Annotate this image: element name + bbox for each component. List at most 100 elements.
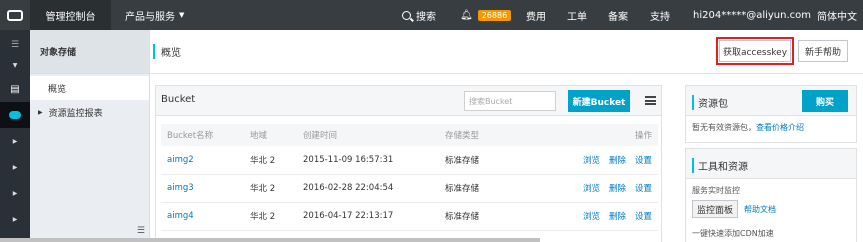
oss-sidebar: 对象存储 概览 ▶ 资源监控报表 ☰ <box>30 30 150 242</box>
table-row: aimg4 华北 2 2016-04-17 22:13:17 标准存储 浏览 删除… <box>161 202 658 231</box>
bucket-type: 标准存储 <box>439 174 507 203</box>
sidebar-item-label: 资源监控报表 <box>48 108 103 119</box>
resource-panel-body: 暂无有效资源包，查看价格介绍 <box>686 116 856 139</box>
sidebar-item-4[interactable]: ▶ <box>0 206 30 232</box>
expand-toggle[interactable]: ▼ <box>0 52 30 78</box>
tools-panel: 工具和资源 服务实时监控 监控面板 帮助文档 一键快速添加CDN加速 <box>685 148 857 242</box>
language-menu[interactable]: 简体中文 <box>817 0 857 30</box>
price-info-link[interactable]: 查看价格介绍 <box>756 123 804 132</box>
resource-package-panel: 资源包 购买 暂无有效资源包，查看价格介绍 <box>685 85 857 143</box>
bell-icon: 🔔︎ <box>460 9 473 21</box>
sidebar-item-2[interactable]: ▶ <box>0 154 30 180</box>
tools-panel-title: 工具和资源 <box>692 158 748 173</box>
bucket-panel-header: Bucket 搜索Bucket 新建Bucket <box>156 86 661 116</box>
column-header: 创建时间 <box>297 124 439 146</box>
support-link[interactable]: 支持 <box>650 0 670 30</box>
table-row: aimg3 华北 2 2016-02-28 22:04:54 标准存储 浏览 删除… <box>161 174 658 203</box>
browse-link[interactable]: 浏览 <box>583 184 600 194</box>
delete-link[interactable]: 删除 <box>609 184 626 194</box>
horizontal-scrollbar[interactable] <box>0 238 540 242</box>
bucket-region: 华北 2 <box>244 202 297 231</box>
bucket-search-input[interactable]: 搜索Bucket <box>464 91 556 111</box>
main-content: 概览 获取accesskey 新手帮助 Bucket 搜索Bucket 新建Bu… <box>150 30 863 242</box>
chevron-right-icon: ▶ <box>12 163 18 171</box>
aliyun-logo[interactable] <box>0 0 30 30</box>
search-icon <box>402 10 411 20</box>
table-row: aimg2 华北 2 2015-11-09 16:57:31 标准存储 浏览 删除… <box>161 146 658 175</box>
bucket-name-link[interactable]: aimg4 <box>161 202 244 231</box>
notification-badge: 26886 <box>477 9 512 21</box>
products-label: 产品与服务 <box>125 11 175 23</box>
resource-panel-header: 资源包 购买 <box>686 86 856 116</box>
tools-panel-header: 工具和资源 <box>686 149 856 179</box>
list-icon: ▤ <box>10 83 20 95</box>
logo-icon <box>7 9 23 21</box>
bucket-ops: 浏览 删除 设置 <box>506 174 658 203</box>
list-view-icon[interactable] <box>645 96 656 105</box>
user-account-menu[interactable]: hi204*****@aliyun.com <box>693 0 811 30</box>
column-header: Bucket名称 <box>161 124 244 146</box>
chevron-right-icon: ▶ <box>12 189 18 197</box>
no-package-text: 暂无有效资源包， <box>692 123 756 132</box>
notifications-button[interactable]: 🔔︎ 26886 <box>460 0 512 30</box>
collapse-sidebar-icon[interactable]: ☰ <box>137 226 145 236</box>
column-header: 存储类型 <box>439 124 507 146</box>
resource-panel-title: 资源包 <box>692 95 728 110</box>
record-link[interactable]: 备案 <box>608 0 628 30</box>
console-link[interactable]: 管理控制台 <box>30 0 111 30</box>
help-button[interactable]: 新手帮助 <box>798 40 848 62</box>
products-menu[interactable]: 产品与服务 ▼ <box>125 0 184 30</box>
monitor-label: 服务实时监控 <box>692 186 740 195</box>
bucket-table: Bucket名称 地域 创建时间 存储类型 操作 aimg2 华北 2 2015… <box>161 124 658 231</box>
bucket-created: 2016-04-17 22:13:17 <box>297 202 439 231</box>
monitor-dashboard-button[interactable]: 监控面板 <box>692 200 738 218</box>
sidebar-item-1[interactable]: ▶ <box>0 128 30 154</box>
sidebar-item-overview[interactable]: 概览 <box>30 76 149 100</box>
tools-panel-body: 服务实时监控 监控面板 帮助文档 一键快速添加CDN加速 <box>686 179 856 242</box>
sidebar-item-oss[interactable] <box>0 102 30 128</box>
help-doc-link[interactable]: 帮助文档 <box>744 204 776 215</box>
menu-icon: ☰ <box>10 40 20 50</box>
caret-down-icon: ▼ <box>179 11 185 19</box>
bucket-created: 2016-02-28 22:04:54 <box>297 174 439 203</box>
delete-link[interactable]: 删除 <box>609 212 626 222</box>
bucket-type: 标准存储 <box>439 202 507 231</box>
search-button[interactable]: 搜索 <box>402 0 436 30</box>
chevron-down-icon: ▼ <box>12 61 18 69</box>
settings-link[interactable]: 设置 <box>635 156 652 166</box>
chevron-right-icon: ▶ <box>12 215 18 223</box>
top-navbar: 管理控制台 产品与服务 ▼ 搜索 🔔︎ 26886 费用 工单 备案 支持 hi2… <box>0 0 863 30</box>
sidebar-item-monitor-report[interactable]: ▶ 资源监控报表 <box>30 100 149 124</box>
browse-link[interactable]: 浏览 <box>583 156 600 166</box>
column-header: 地域 <box>244 124 297 146</box>
buy-button[interactable]: 购买 <box>802 90 848 112</box>
triangle-right-icon: ▶ <box>38 108 43 116</box>
browse-link[interactable]: 浏览 <box>583 212 600 222</box>
bucket-region: 华北 2 <box>244 174 297 203</box>
bucket-name-link[interactable]: aimg3 <box>161 174 244 203</box>
sidebar-item-3[interactable]: ▶ <box>0 180 30 206</box>
sidebar-title: 对象存储 <box>30 30 149 74</box>
tickets-link[interactable]: 工单 <box>567 0 587 30</box>
table-header-row: Bucket名称 地域 创建时间 存储类型 操作 <box>161 124 658 146</box>
billing-link[interactable]: 费用 <box>526 0 546 30</box>
bucket-name-link[interactable]: aimg2 <box>161 146 244 175</box>
bucket-region: 华北 2 <box>244 146 297 175</box>
bucket-ops: 浏览 删除 设置 <box>506 202 658 231</box>
bucket-created: 2015-11-09 16:57:31 <box>297 146 439 175</box>
get-accesskey-button[interactable]: 获取accesskey <box>716 37 794 65</box>
column-header: 操作 <box>506 124 658 146</box>
bucket-panel-title: Bucket <box>161 94 196 105</box>
chevron-right-icon: ▶ <box>12 137 18 145</box>
new-bucket-button[interactable]: 新建Bucket <box>568 90 630 112</box>
page-title: 概览 <box>153 44 181 59</box>
bucket-panel: Bucket 搜索Bucket 新建Bucket Bucket名称 地域 创建时… <box>155 85 662 242</box>
settings-link[interactable]: 设置 <box>635 184 652 194</box>
bucket-ops: 浏览 删除 设置 <box>506 146 658 175</box>
product-icon-sidebar: ☰ ▼ ▤ ▶ ▶ ▶ ▶ <box>0 30 30 242</box>
delete-link[interactable]: 删除 <box>609 156 626 166</box>
settings-link[interactable]: 设置 <box>635 212 652 222</box>
sidebar-item-list[interactable]: ▤ <box>0 76 30 102</box>
bucket-type: 标准存储 <box>439 146 507 175</box>
search-label: 搜索 <box>416 11 436 23</box>
